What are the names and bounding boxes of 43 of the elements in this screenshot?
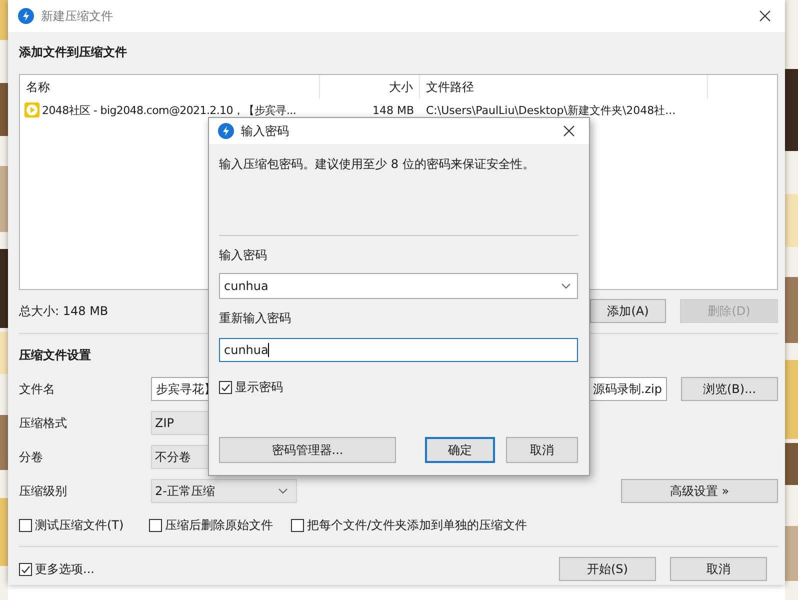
password-field[interactable]: cunhua [219, 273, 578, 299]
dropdown[interactable]: 2-正常压缩 [151, 479, 297, 503]
column-header[interactable]: 大小 [320, 75, 420, 99]
browse-button[interactable]: 浏览(B)... [681, 377, 778, 401]
confirm-password-field[interactable]: cunhua [219, 338, 578, 362]
close-icon [759, 10, 771, 22]
table-cell-text: 148 MB [371, 104, 415, 116]
field-label: 分卷 [19, 448, 44, 466]
column-header[interactable]: 名称 [20, 75, 320, 99]
option-checkbox[interactable]: 测试压缩文件(T) [19, 516, 149, 534]
footer-button[interactable]: 取消 [670, 557, 767, 581]
field-label: 压缩格式 [19, 414, 68, 432]
field-label: 输入密码 [219, 247, 268, 263]
close-icon [563, 125, 575, 137]
chevron-down-icon [278, 488, 288, 494]
section-heading: 压缩文件设置 [19, 347, 91, 363]
option-checkbox[interactable]: 压缩后删除原始文件 [149, 516, 291, 534]
field-label: 压缩级别 [19, 482, 68, 500]
field-label: 重新输入密码 [219, 310, 292, 326]
dialog-button[interactable]: 确定 [425, 437, 495, 463]
dialog-message: 输入压缩包密码。建议使用至少 8 位的密码来保证安全性。 [219, 156, 536, 172]
more-options-checkbox[interactable]: 更多选项... [19, 560, 559, 578]
column-header[interactable]: 文件路径 [420, 75, 708, 99]
dialog-button[interactable]: 密码管理器... [219, 437, 396, 463]
window-title: 新建压缩文件 [41, 8, 114, 24]
advanced-settings-button[interactable]: 高级设置 » [621, 479, 778, 503]
dialog-button[interactable]: 取消 [506, 437, 578, 463]
check-icon [220, 382, 231, 393]
app-icon [218, 123, 234, 139]
app-icon [18, 8, 34, 24]
total-size: 总大小: 148 MB [19, 302, 108, 320]
chevron-down-icon [561, 283, 571, 289]
list-button[interactable]: 添加(A) [590, 299, 666, 323]
table-cell-text: C:\Users\PaulLiu\Desktop\新建文件夹\2048社... [425, 102, 677, 118]
field-label: 文件名 [19, 380, 56, 398]
video-file-icon [24, 102, 40, 118]
file-name: 2048社区 - big2048.com@2021.2.10，【步宾寻... [42, 102, 296, 118]
option-checkbox[interactable]: 把每个文件/文件夹添加到单独的压缩文件 [291, 516, 528, 534]
dialog-title: 输入密码 [241, 122, 290, 140]
show-password-checkbox[interactable]: 显示密码 [219, 379, 578, 396]
footer-button[interactable]: 开始(S) [559, 557, 656, 581]
check-icon [20, 564, 31, 574]
section-heading: 添加文件到压缩文件 [19, 44, 127, 60]
